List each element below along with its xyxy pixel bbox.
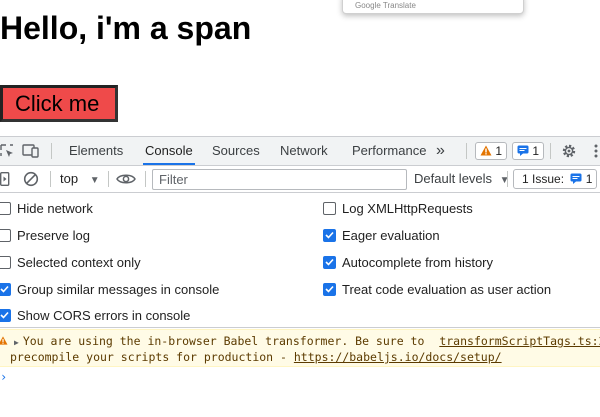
preserve-log-checkbox[interactable] (0, 228, 11, 242)
log-levels-label: Default levels (414, 171, 493, 186)
tabbar-divider (466, 143, 467, 159)
eager-evaluation-option[interactable]: Eager evaluation (323, 226, 440, 244)
autocomplete-checkbox[interactable] (323, 255, 336, 269)
option-label: Preserve log (17, 227, 90, 243)
device-toolbar-icon[interactable] (22, 144, 40, 161)
option-label: Log XMLHttpRequests (342, 200, 473, 216)
dropdown-arrow-icon: ▼ (499, 175, 510, 186)
console-warning-message: ▶ You are using the in-browser Babel tran… (0, 329, 600, 367)
issues-count: 1 (585, 172, 593, 186)
tabbar-divider (550, 143, 551, 159)
warning-icon (0, 334, 8, 348)
more-tabs-icon[interactable]: » (436, 137, 445, 165)
hide-network-checkbox[interactable] (0, 201, 11, 215)
option-label: Eager evaluation (342, 227, 440, 243)
sidebar-toggle-icon[interactable] (0, 172, 10, 189)
translate-popup: Google Translate (342, 0, 524, 14)
tabbar-divider (51, 143, 52, 159)
click-me-button[interactable]: Click me (0, 85, 118, 122)
preserve-log-option[interactable]: Preserve log (0, 226, 90, 244)
selected-context-checkbox[interactable] (0, 255, 11, 269)
console-settings: Hide network Preserve log Selected conte… (0, 193, 600, 328)
issues-button[interactable]: 1 Issue: 1 (513, 169, 598, 189)
devtools-panel: Elements Console Sources Network Perform… (0, 136, 600, 417)
expand-triangle-icon[interactable]: ▶ (14, 338, 19, 347)
console-prompt[interactable]: › (0, 370, 7, 384)
option-label: Hide network (17, 200, 93, 216)
checkmark-icon (0, 285, 9, 293)
option-label: Show CORS errors in console (17, 307, 191, 323)
gear-icon[interactable] (561, 143, 577, 162)
selected-context-option[interactable]: Selected context only (0, 253, 141, 271)
message-icon (517, 145, 529, 156)
warnings-count: 1 (495, 144, 503, 158)
message-icon (570, 173, 582, 184)
log-xhr-option[interactable]: Log XMLHttpRequests (323, 199, 473, 217)
messages-count: 1 (532, 144, 540, 158)
messages-badge[interactable]: 1 (512, 142, 545, 160)
checkmark-icon (325, 258, 334, 266)
toolbar-divider (50, 171, 51, 187)
clear-console-icon[interactable] (23, 171, 39, 190)
group-similar-checkbox[interactable] (0, 282, 11, 296)
autocomplete-option[interactable]: Autocomplete from history (323, 253, 493, 271)
warning-text-line2: precompile your scripts for production - (10, 350, 294, 364)
toolbar-divider (145, 171, 146, 187)
tab-sources[interactable]: Sources (212, 137, 260, 165)
babel-docs-link[interactable]: https://babeljs.io/docs/setup/ (294, 350, 502, 364)
group-similar-option[interactable]: Group similar messages in console (0, 280, 219, 298)
devtools-tabbar: Elements Console Sources Network Perform… (0, 137, 600, 166)
issues-label: 1 Issue: (522, 172, 565, 186)
checkmark-icon (0, 311, 9, 319)
eager-evaluation-checkbox[interactable] (323, 228, 336, 242)
log-levels-dropdown[interactable]: Default levels ▼ (414, 166, 510, 192)
context-label: top (60, 171, 79, 186)
option-label: Group similar messages in console (17, 281, 220, 297)
checkmark-icon (325, 285, 334, 293)
log-xhr-checkbox[interactable] (323, 201, 336, 215)
popup-text: Google Translate (355, 1, 416, 10)
eye-icon[interactable] (116, 173, 136, 188)
warnings-badge[interactable]: 1 (475, 142, 508, 160)
dropdown-arrow-icon: ▼ (89, 175, 100, 186)
user-action-option[interactable]: Treat code evaluation as user action (323, 280, 551, 298)
toolbar-divider (108, 171, 109, 187)
show-cors-option[interactable]: Show CORS errors in console (0, 306, 190, 324)
filter-input[interactable] (152, 169, 407, 190)
console-toolbar: top ▼ Default levels ▼ 1 Issue: 1 (0, 166, 600, 193)
tab-performance[interactable]: Performance (352, 137, 426, 165)
tab-network[interactable]: Network (280, 137, 328, 165)
checkmark-icon (325, 231, 334, 239)
inspect-element-icon[interactable] (0, 144, 14, 161)
hide-network-option[interactable]: Hide network (0, 199, 93, 217)
option-label: Autocomplete from history (342, 254, 494, 270)
warning-icon (480, 145, 492, 156)
toolbar-divider (507, 171, 508, 187)
warning-source-link[interactable]: transformScriptTags.ts:2 (439, 334, 600, 348)
option-label: Treat code evaluation as user action (342, 281, 552, 297)
warning-text-line1: You are using the in-browser Babel trans… (22, 334, 432, 348)
tab-elements[interactable]: Elements (69, 137, 123, 165)
page-heading: Hello, i'm a span (0, 10, 252, 46)
user-action-checkbox[interactable] (323, 282, 336, 296)
option-label: Selected context only (17, 254, 141, 270)
tab-console[interactable]: Console (143, 137, 195, 165)
context-selector[interactable]: top ▼ (60, 166, 100, 192)
show-cors-checkbox[interactable] (0, 308, 11, 322)
more-options-icon[interactable] (594, 144, 598, 161)
